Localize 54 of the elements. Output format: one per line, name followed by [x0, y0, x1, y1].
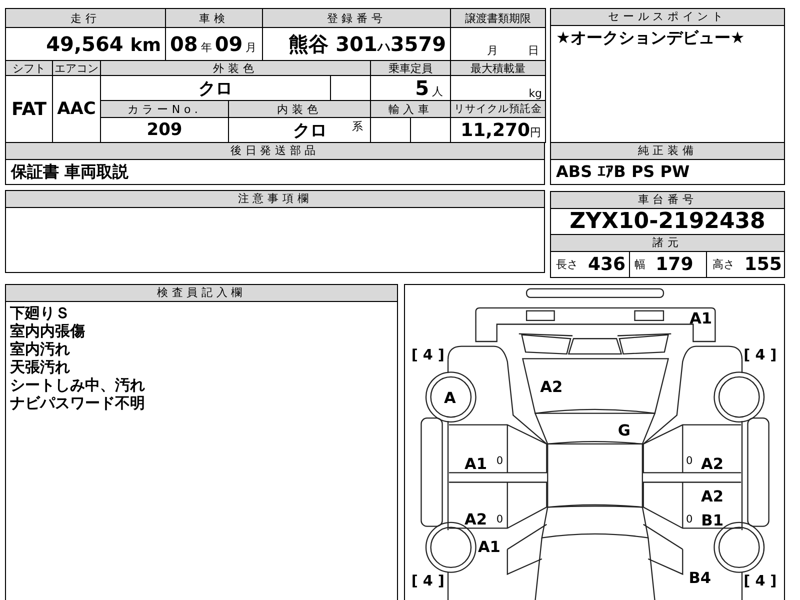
- damage-code: 0: [686, 455, 693, 468]
- tread-depth: [ 4 ]: [411, 348, 444, 364]
- damage-code: 0: [496, 513, 504, 526]
- section-header: 車台番号: [551, 192, 784, 209]
- field-label: シフト: [6, 60, 52, 76]
- spec-value: 179: [656, 254, 694, 275]
- inspector-note: シートしみ中、汚れ: [10, 376, 146, 394]
- field-label: 乗車定員: [370, 60, 451, 76]
- damage-code: A2: [540, 378, 563, 396]
- tread-depth: [ 4 ]: [744, 574, 777, 590]
- damage-code: 0: [496, 455, 504, 468]
- damage-code: G: [618, 421, 630, 440]
- field-label: 輸入車: [370, 100, 451, 118]
- field-label: 内装色: [228, 100, 371, 118]
- spec-label: 高さ: [712, 257, 734, 272]
- damage-code: B1: [701, 511, 724, 530]
- damage-code: A1: [464, 454, 487, 473]
- section-header: 検査員記入欄: [6, 285, 397, 302]
- tread-depth: [ 4 ]: [744, 348, 777, 364]
- section-header: 純正装備: [551, 142, 784, 160]
- section-header: セールスポイント: [551, 9, 784, 26]
- spec-label: 長さ: [556, 257, 578, 272]
- tread-depth: [ 4 ]: [411, 574, 444, 590]
- field-label: 譲渡書類期限: [450, 8, 546, 28]
- damage-code: B4: [688, 568, 711, 587]
- field-label: 登録番号: [262, 8, 451, 28]
- field-label: 外装色: [100, 60, 371, 76]
- inspector-note: 天張汚れ: [10, 358, 71, 376]
- inspector-note: 下廻りＳ: [10, 304, 71, 322]
- spec-value: 155: [744, 254, 782, 275]
- damage-code: A2: [700, 454, 724, 473]
- spec-value: 436: [588, 254, 626, 275]
- field-label: エアコン: [52, 60, 100, 76]
- damage-code: A1: [478, 538, 500, 556]
- field-label: 車検: [166, 8, 263, 28]
- section-header: 諸元: [551, 235, 784, 252]
- damage-code: A: [444, 388, 456, 407]
- damage-code: 0: [686, 513, 693, 526]
- spec-label: 幅: [634, 257, 646, 272]
- section-header: 後日発送部品: [6, 143, 544, 160]
- damage-code: A2: [700, 487, 724, 506]
- parts-text: 保証書 車両取説: [11, 162, 130, 182]
- field-label: リサイクル預託金: [450, 100, 546, 118]
- damage-code: A2: [464, 510, 487, 528]
- damage-code: A1: [690, 309, 712, 328]
- section-header: 注意事項欄: [6, 191, 544, 208]
- inspector-note: 室内内張傷: [10, 322, 86, 340]
- inspector-note: 室内汚れ: [10, 340, 71, 358]
- equipment-text: ABS ｴｱB PS PW: [556, 162, 691, 182]
- field-label: 走行: [6, 8, 166, 28]
- field-label: 最大積載量: [450, 60, 546, 76]
- field-label: カラーNo.: [100, 100, 228, 118]
- sales-point-text: ★オークションデビュー★: [556, 28, 746, 48]
- inspector-note: ナビパスワード不明: [10, 394, 146, 412]
